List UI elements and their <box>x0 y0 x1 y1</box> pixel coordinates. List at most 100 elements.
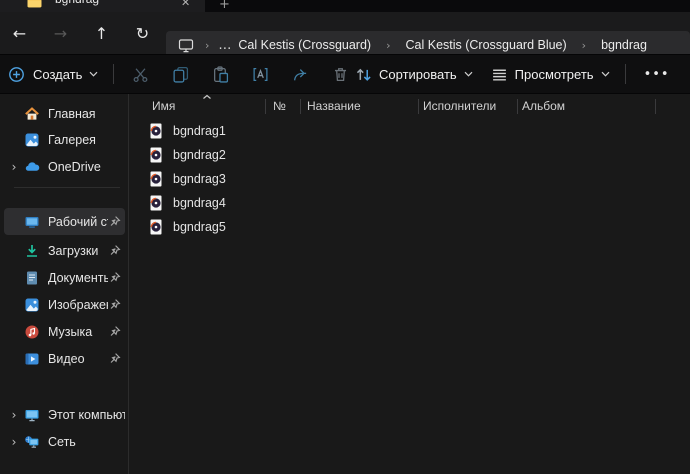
chevron-down-icon <box>89 71 98 77</box>
new-button-label: Создать <box>33 67 82 82</box>
sidebar-item-this-pc[interactable]: › Этот компьютер <box>4 401 125 428</box>
breadcrumb-item[interactable]: bgndrag <box>595 38 653 52</box>
more-options-button[interactable]: ••• <box>632 67 682 82</box>
sort-button-label: Сортировать <box>379 67 457 82</box>
column-header-artists[interactable]: Исполнители <box>423 99 496 113</box>
column-resize-handle[interactable] <box>300 99 301 114</box>
file-row[interactable]: bgndrag3 <box>129 167 690 191</box>
command-bar: Создать <box>0 54 690 94</box>
column-header-album[interactable]: Альбом <box>522 99 565 113</box>
documents-icon <box>24 270 40 286</box>
view-button-label: Просмотреть <box>515 67 594 82</box>
refresh-button[interactable]: ↻ <box>127 18 158 48</box>
column-header-title[interactable]: Название <box>307 99 361 113</box>
file-row[interactable]: bgndrag4 <box>129 191 690 215</box>
this-pc-icon <box>178 38 194 53</box>
pin-icon <box>108 271 122 284</box>
media-file-icon <box>148 123 164 139</box>
file-row[interactable]: bgndrag1 <box>129 119 690 143</box>
chevron-right-icon: › <box>377 39 399 52</box>
sidebar-item-documents[interactable]: Документы <box>4 264 125 291</box>
column-resize-handle[interactable] <box>418 99 419 114</box>
sidebar-item-pictures[interactable]: Изображения <box>4 291 125 318</box>
downloads-icon <box>24 243 40 259</box>
sort-arrows-icon <box>355 66 372 83</box>
file-row[interactable]: bgndrag2 <box>129 143 690 167</box>
onedrive-icon <box>24 159 40 175</box>
chevron-down-icon <box>601 71 610 77</box>
column-header-number[interactable]: № <box>273 99 286 113</box>
scissors-icon <box>132 66 149 83</box>
sidebar-item-music[interactable]: Музыка <box>4 318 125 345</box>
new-tab-button[interactable]: + <box>219 0 230 12</box>
cut-button[interactable] <box>120 60 160 88</box>
breadcrumb-overflow-button[interactable]: … <box>218 38 232 53</box>
navigation-bar: ← → ↑ ↻ › … Cal Kestis (Crossguard) › Ca… <box>0 12 690 54</box>
sidebar-item-home[interactable]: Главная <box>4 100 125 127</box>
sidebar-item-desktop[interactable]: Рабочий стол <box>4 208 125 235</box>
rename-icon <box>252 66 269 83</box>
back-button[interactable]: ← <box>4 18 35 48</box>
forward-button[interactable]: → <box>45 18 76 48</box>
expand-chevron-icon[interactable]: › <box>4 435 24 449</box>
rename-button[interactable] <box>240 60 280 88</box>
navigation-pane: Главная Галерея › OneDrive <box>0 94 128 474</box>
desktop-icon <box>24 214 40 230</box>
sidebar-item-videos[interactable]: Видео <box>4 345 125 372</box>
gallery-icon <box>24 132 40 148</box>
tab-close-icon[interactable]: ✕ <box>181 0 190 9</box>
home-icon <box>24 106 40 122</box>
share-icon <box>292 66 309 83</box>
folder-icon <box>27 0 42 8</box>
column-resize-handle[interactable] <box>655 99 656 114</box>
copy-icon <box>172 66 189 83</box>
media-file-icon <box>148 195 164 211</box>
column-header-row: Имя № Название Исполнители Альбом <box>129 94 690 119</box>
sidebar-item-gallery[interactable]: Галерея <box>4 126 125 153</box>
network-icon <box>24 434 40 450</box>
expand-chevron-icon[interactable]: › <box>4 160 24 174</box>
sidebar-item-network[interactable]: › Сеть <box>4 428 125 455</box>
file-name: bgndrag2 <box>173 148 226 162</box>
pin-icon <box>108 298 122 311</box>
chevron-down-icon <box>464 71 473 77</box>
column-resize-handle[interactable] <box>517 99 518 114</box>
circle-plus-icon <box>8 66 25 83</box>
view-button[interactable]: Просмотреть <box>482 60 619 88</box>
pin-icon <box>108 352 122 365</box>
media-file-icon <box>148 219 164 235</box>
sort-button[interactable]: Сортировать <box>346 60 482 88</box>
tab-title: bgndrag <box>55 0 99 6</box>
pin-icon <box>108 215 122 228</box>
expand-chevron-icon[interactable]: › <box>4 408 24 422</box>
share-button[interactable] <box>280 60 320 88</box>
file-name: bgndrag5 <box>173 220 226 234</box>
tab-bgndrag[interactable]: bgndrag ✕ <box>0 0 205 12</box>
copy-button[interactable] <box>160 60 200 88</box>
breadcrumb-item[interactable]: Cal Kestis (Crossguard Blue) <box>400 38 573 52</box>
sidebar-separator <box>14 187 120 188</box>
column-header-name[interactable]: Имя <box>152 99 175 113</box>
pictures-icon <box>24 297 40 313</box>
chevron-right-icon: › <box>196 39 218 52</box>
sort-ascending-icon <box>202 94 212 100</box>
new-button[interactable]: Создать <box>2 60 107 88</box>
up-button[interactable]: ↑ <box>86 18 117 48</box>
paste-icon <box>212 66 229 83</box>
file-row[interactable]: bgndrag5 <box>129 215 690 239</box>
media-file-icon <box>148 147 164 163</box>
music-icon <box>24 324 40 340</box>
file-explorer-window: bgndrag ✕ + ← → ↑ ↻ › … Cal Kestis (Cros… <box>0 0 690 474</box>
this-pc-icon <box>24 407 40 423</box>
column-resize-handle[interactable] <box>265 99 266 114</box>
breadcrumb-item[interactable]: Cal Kestis (Crossguard) <box>232 38 377 52</box>
pin-icon <box>108 325 122 338</box>
sidebar-item-onedrive[interactable]: › OneDrive <box>4 153 125 180</box>
chevron-right-icon: › <box>573 39 595 52</box>
video-icon <box>24 351 40 367</box>
sidebar-item-downloads[interactable]: Загрузки <box>4 237 125 264</box>
view-lines-icon <box>491 66 508 83</box>
paste-button[interactable] <box>200 60 240 88</box>
file-name: bgndrag1 <box>173 124 226 138</box>
media-file-icon <box>148 171 164 187</box>
